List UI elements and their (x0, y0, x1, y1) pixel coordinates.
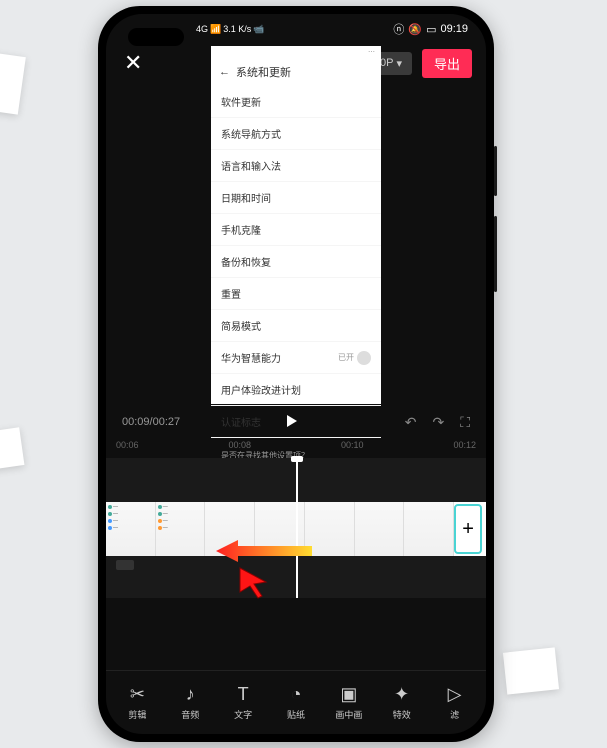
playback-controls: 00:09/00:27 ↶ ↷ ⛶ (106, 404, 486, 440)
phone-frame: 4G 📶 3.1 K/s 📹 ⓝ 🔕 ▭ 09:19 ✕ 1080P▾ 导出 ⋯ (98, 6, 494, 742)
playhead[interactable] (296, 458, 298, 598)
text-icon: T (238, 684, 249, 704)
preview-content-settings-page: ⋯ ← 系统和更新 软件更新 系统导航方式 语言和输入法 日期和时间 手机克隆 … (211, 46, 381, 404)
power-button (494, 216, 497, 292)
export-button[interactable]: 导出 (422, 49, 472, 78)
tutorial-arrow-left (216, 536, 312, 566)
tool-cut[interactable]: ✂ 剪辑 (112, 684, 163, 721)
preview-item: 软件更新 (211, 86, 381, 118)
bg-decoration (0, 427, 24, 470)
undo-button[interactable]: ↶ (405, 414, 417, 431)
mute-icon: 🔕 (408, 23, 422, 36)
editor-top-bar: ✕ 1080P▾ 导出 (106, 44, 486, 82)
clip-thumbnail[interactable] (355, 502, 405, 556)
playback-time: 00:09/00:27 (122, 416, 180, 428)
sticker-icon: ◔ (291, 684, 302, 704)
network-indicator: 4G 📶 3.1 K/s 📹 (196, 24, 264, 35)
tool-effects[interactable]: ✦ 特效 (376, 684, 427, 721)
fullscreen-button[interactable]: ⛶ (460, 414, 470, 431)
preview-item: 用户体验改进计划 (211, 374, 381, 406)
bottom-toolbar: ✂ 剪辑 ♪ 音频 T 文字 ◔ 贴纸 ▣ 画中画 ✦ 特效 (106, 670, 486, 734)
preview-item: 备份和恢复 (211, 246, 381, 278)
tutorial-cursor-pointer (236, 564, 272, 600)
close-button[interactable]: ✕ (120, 46, 146, 80)
filter-icon: ▷ (448, 684, 462, 704)
clock: 09:19 (440, 23, 468, 35)
camera-notch (128, 28, 184, 46)
redo-button[interactable]: ↷ (432, 414, 444, 431)
pip-icon: ▣ (340, 684, 357, 704)
preview-item: 日期和时间 (211, 182, 381, 214)
tool-filter[interactable]: ▷ 滤 (429, 684, 480, 721)
tool-audio[interactable]: ♪ 音频 (165, 684, 216, 721)
preview-item: 手机克隆 (211, 214, 381, 246)
nfc-icon: ⓝ (393, 21, 404, 37)
play-button[interactable] (284, 413, 300, 432)
clip-thumbnail[interactable] (404, 502, 454, 556)
preview-item: 简易模式 (211, 310, 381, 342)
clip-thumbnail[interactable]: — — — — (106, 502, 156, 556)
preview-item: 系统导航方式 (211, 118, 381, 150)
tool-text[interactable]: T 文字 (218, 684, 269, 721)
phone-screen: 4G 📶 3.1 K/s 📹 ⓝ 🔕 ▭ 09:19 ✕ 1080P▾ 导出 ⋯ (106, 14, 486, 734)
bg-decoration (503, 647, 559, 694)
bg-decoration (0, 51, 26, 114)
preview-item: 重置 (211, 278, 381, 310)
tool-sticker[interactable]: ◔ 贴纸 (271, 684, 322, 721)
tool-pip[interactable]: ▣ 画中画 (323, 684, 374, 721)
clip-thumbnail[interactable]: — — — — (156, 502, 206, 556)
chevron-down-icon: ▾ (396, 57, 402, 70)
timeline[interactable]: — — — — — — — — (106, 458, 486, 598)
audio-track-snippet[interactable] (116, 560, 134, 570)
video-preview[interactable]: ⋯ ← 系统和更新 软件更新 系统导航方式 语言和输入法 日期和时间 手机克隆 … (106, 46, 486, 404)
preview-toggle-item: 华为智慧能力 已开 (211, 342, 381, 374)
add-clip-button[interactable]: + (454, 504, 482, 554)
effects-icon: ✦ (394, 684, 409, 704)
resolution-selector[interactable]: 1080P▾ (352, 52, 412, 75)
battery-icon: ▭ (426, 23, 436, 36)
preview-item: 语言和输入法 (211, 150, 381, 182)
scissors-icon: ✂ (130, 684, 145, 704)
volume-button (494, 146, 497, 196)
clip-thumbnail[interactable] (305, 502, 355, 556)
music-icon: ♪ (186, 684, 195, 704)
